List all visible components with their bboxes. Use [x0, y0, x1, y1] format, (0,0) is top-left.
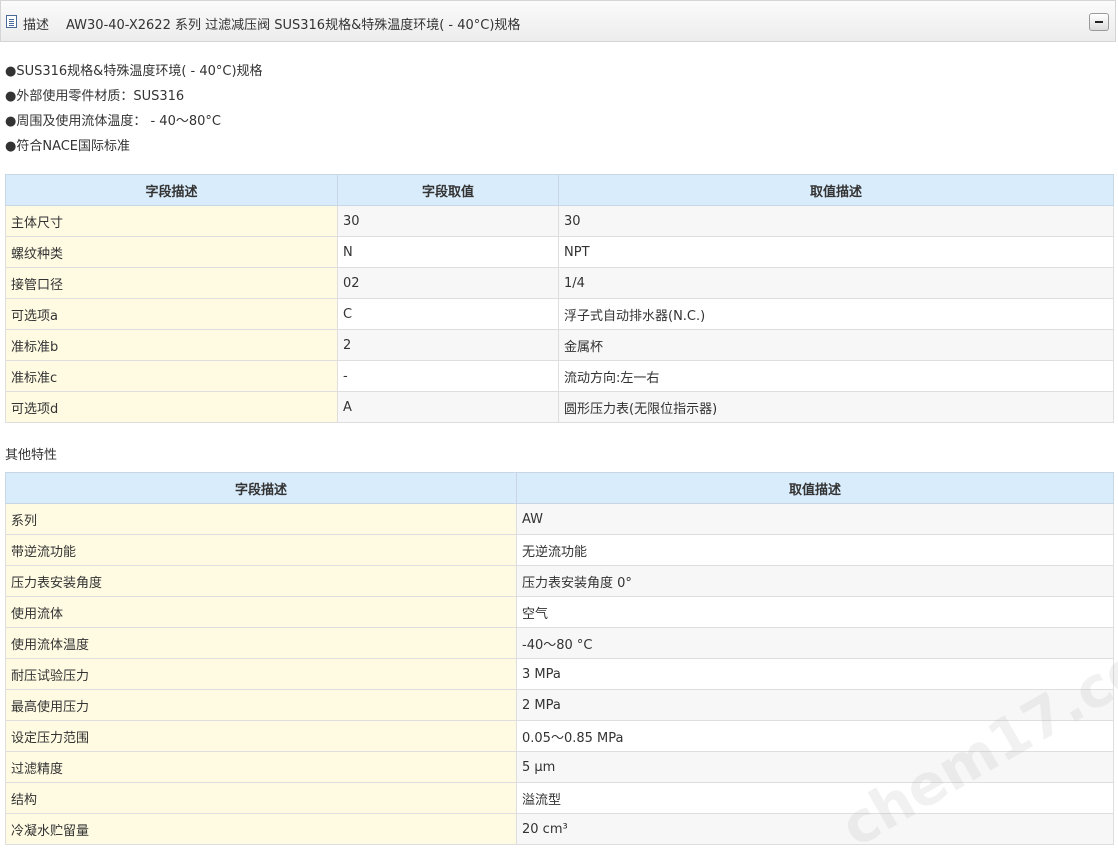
value-description: 无逆流功能 [516, 534, 1114, 566]
value-description: 溢流型 [516, 782, 1114, 814]
table-row: 耐压试验压力 3 MPa [5, 658, 1114, 690]
value-description: 1/4 [558, 267, 1114, 299]
field-name: 使用流体温度 [5, 627, 517, 659]
field-value: 2 [337, 329, 559, 361]
field-name: 设定压力范围 [5, 720, 517, 752]
table-row: 使用流体 空气 [5, 596, 1114, 628]
table-row: 过滤精度 5 µm [5, 751, 1114, 783]
document-icon [6, 15, 17, 28]
feature-item: ●周围及使用流体温度： - 40～80°C [5, 114, 221, 129]
table-row: 准标准b 2 金属杯 [5, 329, 1114, 361]
value-description: 30 [558, 205, 1114, 237]
column-header: 字段描述 [5, 472, 517, 504]
value-description: 3 MPa [516, 658, 1114, 690]
value-description: 5 µm [516, 751, 1114, 783]
value-description: 空气 [516, 596, 1114, 628]
table-row: 带逆流功能 无逆流功能 [5, 534, 1114, 566]
table-row: 主体尺寸 30 30 [5, 205, 1114, 237]
minus-icon [1095, 21, 1103, 23]
field-name: 带逆流功能 [5, 534, 517, 566]
value-description: -40～80 °C [516, 627, 1114, 659]
table-header-row: 字段描述 取值描述 [5, 472, 1114, 504]
table-row: 螺纹种类 N NPT [5, 236, 1114, 268]
field-value: C [337, 298, 559, 330]
field-name: 过滤精度 [5, 751, 517, 783]
value-description: 2 MPa [516, 689, 1114, 721]
spec-table: 字段描述 字段取值 取值描述 主体尺寸 30 30 螺纹种类 N NPT 接管口径 02 1… [5, 174, 1114, 423]
field-name: 最高使用压力 [5, 689, 517, 721]
field-value: A [337, 391, 559, 423]
column-header: 取值描述 [558, 174, 1114, 206]
table-header-row: 字段描述 字段取值 取值描述 [5, 174, 1114, 206]
column-header: 取值描述 [516, 472, 1114, 504]
field-name: 可选项d [5, 391, 338, 423]
header-label: 描述 [23, 18, 50, 33]
field-name: 接管口径 [5, 267, 338, 299]
table-row: 使用流体温度 -40～80 °C [5, 627, 1114, 659]
panel-header: 描述 AW30-40-X2622 系列 过滤减压阀 SUS316规格&特殊温度环… [0, 0, 1116, 42]
field-value: - [337, 360, 559, 392]
field-value: 02 [337, 267, 559, 299]
field-name: 准标准c [5, 360, 338, 392]
section-title: 其他特性 [5, 448, 58, 463]
value-description: 圆形压力表(无限位指示器) [558, 391, 1114, 423]
table-row: 结构 溢流型 [5, 782, 1114, 814]
value-description: 浮子式自动排水器(N.C.) [558, 298, 1114, 330]
table-row: 最高使用压力 2 MPa [5, 689, 1114, 721]
header-title: AW30-40-X2622 系列 过滤减压阀 SUS316规格&特殊温度环境( … [66, 18, 521, 33]
field-name: 准标准b [5, 329, 338, 361]
table-row: 准标准c - 流动方向:左一右 [5, 360, 1114, 392]
feature-list: ●SUS316规格&特殊温度环境( - 40°C)规格 ●外部使用零件材质：SU… [5, 62, 263, 162]
value-description: NPT [558, 236, 1114, 268]
value-description: 20 cm³ [516, 813, 1114, 845]
value-description: 流动方向:左一右 [558, 360, 1114, 392]
field-name: 压力表安装角度 [5, 565, 517, 597]
field-name: 耐压试验压力 [5, 658, 517, 690]
field-value: N [337, 236, 559, 268]
field-name: 使用流体 [5, 596, 517, 628]
feature-item: ●符合NACE国际标准 [5, 139, 131, 154]
field-name: 主体尺寸 [5, 205, 338, 237]
table-row: 系列 AW [5, 503, 1114, 535]
field-name: 冷凝水贮留量 [5, 813, 517, 845]
field-name: 可选项a [5, 298, 338, 330]
field-value: 30 [337, 205, 559, 237]
table-row: 设定压力范围 0.05～0.85 MPa [5, 720, 1114, 752]
field-name: 系列 [5, 503, 517, 535]
table-row: 可选项d A 圆形压力表(无限位指示器) [5, 391, 1114, 423]
value-description: 压力表安装角度 0° [516, 565, 1114, 597]
table-row: 接管口径 02 1/4 [5, 267, 1114, 299]
value-description: 0.05～0.85 MPa [516, 720, 1114, 752]
collapse-button[interactable] [1089, 13, 1109, 31]
column-header: 字段描述 [5, 174, 338, 206]
table-row: 压力表安装角度 压力表安装角度 0° [5, 565, 1114, 597]
value-description: 金属杯 [558, 329, 1114, 361]
field-name: 螺纹种类 [5, 236, 338, 268]
feature-item: ●外部使用零件材质：SUS316 [5, 89, 185, 104]
characteristics-table: 字段描述 取值描述 系列 AW 带逆流功能 无逆流功能 压力表安装角度 压力表安装角度… [5, 472, 1114, 845]
table-row: 可选项a C 浮子式自动排水器(N.C.) [5, 298, 1114, 330]
column-header: 字段取值 [337, 174, 559, 206]
field-name: 结构 [5, 782, 517, 814]
value-description: AW [516, 503, 1114, 535]
feature-item: ●SUS316规格&特殊温度环境( - 40°C)规格 [5, 64, 263, 79]
table-row: 冷凝水贮留量 20 cm³ [5, 813, 1114, 845]
